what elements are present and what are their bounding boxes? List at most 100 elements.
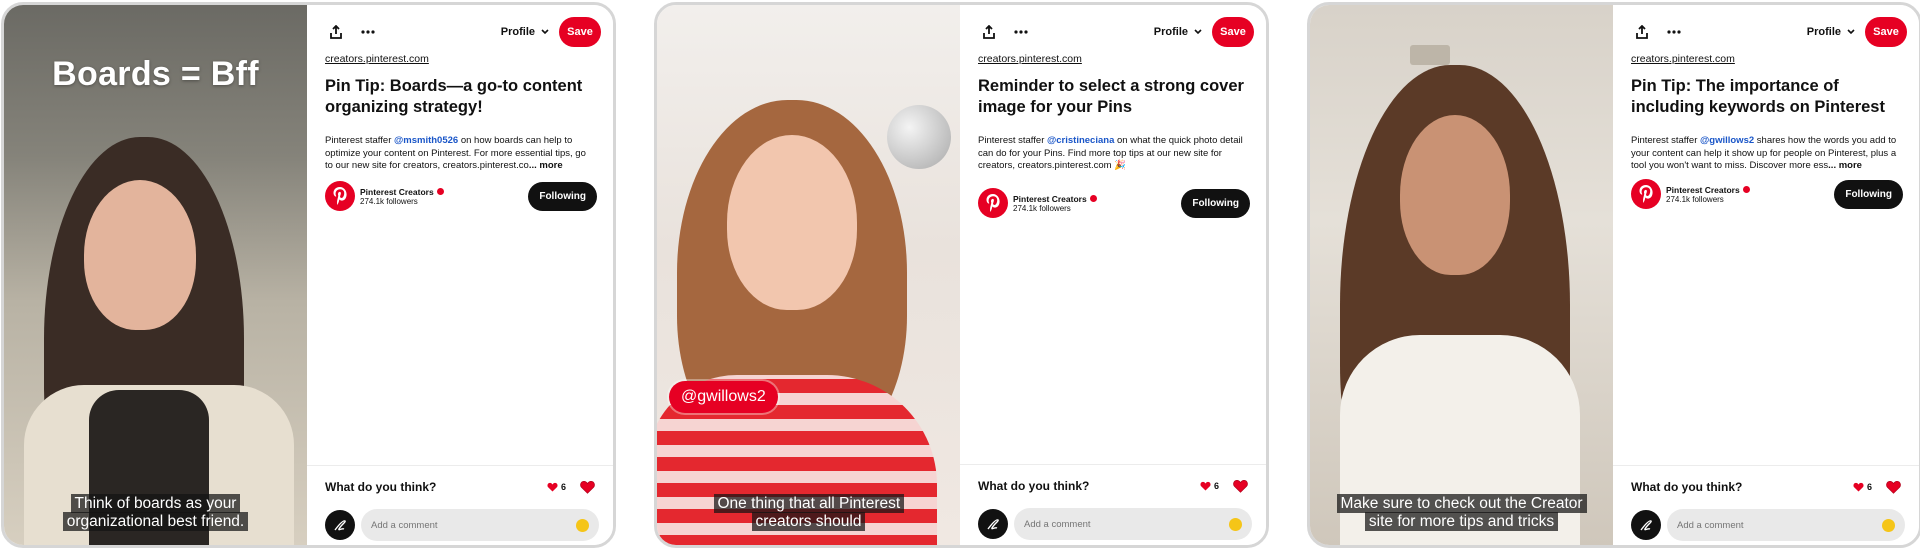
divider: [1613, 465, 1919, 466]
following-button[interactable]: Following: [528, 181, 597, 211]
comments-header: What do you think? 6: [1631, 478, 1901, 496]
pin-title: Reminder to select a strong cover image …: [978, 77, 1244, 116]
reaction-summary[interactable]: 6: [1853, 482, 1872, 492]
react-heart-icon[interactable]: [1233, 479, 1248, 493]
comment-placeholder: Add a comment: [1024, 518, 1091, 530]
comments-prompt: What do you think?: [325, 480, 437, 494]
save-button[interactable]: Save: [559, 17, 601, 47]
pin-description: Pinterest staffer @cristineciana on what…: [978, 135, 1243, 171]
reaction-count: 6: [560, 482, 566, 492]
profile-label: Profile: [1806, 26, 1841, 38]
save-button[interactable]: Save: [1212, 17, 1254, 47]
video-player[interactable]: Boards = Bff Think of boards as your org…: [4, 5, 307, 545]
follower-count: 274.1k followers: [1013, 203, 1071, 213]
divider: [960, 464, 1266, 465]
comment-placeholder: Add a comment: [371, 519, 438, 531]
creator-row: Pinterest Creators 274.1k followers Foll…: [325, 181, 597, 211]
source-link[interactable]: creators.pinterest.com: [978, 53, 1082, 65]
mention-link[interactable]: @gwillows2: [1700, 135, 1754, 146]
pin-title: Pin Tip: The importance of including key…: [1631, 77, 1885, 116]
comments-prompt: What do you think?: [978, 479, 1090, 493]
profile-label: Profile: [1153, 26, 1188, 38]
avatar[interactable]: [978, 509, 1008, 539]
creator-row: Pinterest Creators 274.1k followers Foll…: [978, 188, 1250, 218]
chevron-down-icon: [541, 29, 549, 35]
video-caption: Think of boards as your organizational b…: [41, 494, 271, 531]
react-heart-icon[interactable]: [1886, 480, 1901, 494]
pin-description: Pinterest staffer @gwillows2 shares how …: [1631, 135, 1897, 171]
video-player[interactable]: @gwillows2 One thing that all Pinterest …: [657, 5, 960, 545]
creator-tag: @gwillows2: [669, 381, 778, 413]
verified-badge-icon: [1742, 186, 1750, 193]
pin-card: Make sure to check out the Creator site …: [1307, 2, 1920, 548]
avatar[interactable]: [1631, 510, 1661, 540]
follower-count: 274.1k followers: [1666, 194, 1724, 204]
video-caption: One thing that all Pinterest creators sh…: [713, 494, 905, 531]
heart-icon: [547, 482, 558, 492]
pinterest-logo-icon[interactable]: [978, 188, 1008, 218]
comment-row: Add a comment: [978, 508, 1252, 540]
comment-placeholder: Add a comment: [1677, 519, 1744, 531]
more-link[interactable]: ... more: [529, 160, 563, 171]
pin-description: Pinterest staffer @msmith0526 on how boa…: [325, 135, 586, 171]
pinterest-logo-icon[interactable]: [325, 181, 355, 211]
comment-input[interactable]: Add a comment: [1667, 509, 1905, 541]
pin-card: Boards = Bff Think of boards as your org…: [1, 2, 616, 548]
video-overlay-title: Boards = Bff: [52, 55, 259, 93]
share-icon[interactable]: [976, 19, 1002, 45]
mention-link[interactable]: @cristineciana: [1047, 135, 1114, 146]
video-caption: Make sure to check out the Creator site …: [1336, 494, 1587, 531]
pin-toolbar: Profile Save: [1629, 17, 1907, 47]
comment-input[interactable]: Add a comment: [1014, 508, 1252, 540]
react-heart-icon[interactable]: [580, 480, 595, 494]
source-link[interactable]: creators.pinterest.com: [1631, 53, 1735, 65]
pin-toolbar: Profile Save: [323, 17, 601, 47]
emoji-icon[interactable]: [1882, 518, 1895, 532]
following-button[interactable]: Following: [1834, 179, 1903, 209]
share-icon[interactable]: [1629, 19, 1655, 45]
pin-toolbar: Profile Save: [976, 17, 1254, 47]
heart-icon: [1853, 482, 1864, 492]
emoji-icon[interactable]: [576, 518, 589, 532]
creator-name[interactable]: Pinterest Creators: [360, 187, 434, 197]
ellipsis-icon[interactable]: [1661, 19, 1687, 45]
reaction-summary[interactable]: 6: [1200, 481, 1219, 491]
profile-label: Profile: [500, 26, 535, 38]
divider: [307, 465, 613, 466]
chevron-down-icon: [1847, 29, 1855, 35]
reaction-count: 6: [1866, 482, 1872, 492]
more-link[interactable]: ... more: [1828, 160, 1862, 171]
share-icon[interactable]: [323, 19, 349, 45]
creator-name[interactable]: Pinterest Creators: [1013, 194, 1087, 204]
pin-details-panel: Profile Save creators.pinterest.com Remi…: [960, 5, 1266, 545]
chevron-down-icon: [1194, 29, 1202, 35]
comments-header: What do you think? 6: [325, 478, 595, 496]
profile-dropdown[interactable]: Profile: [501, 26, 549, 38]
comment-row: Add a comment: [1631, 509, 1905, 541]
comments-prompt: What do you think?: [1631, 480, 1743, 494]
pin-card-grid: Boards = Bff Think of boards as your org…: [0, 0, 1920, 551]
creator-row: Pinterest Creators 274.1k followers Foll…: [1631, 179, 1903, 209]
profile-dropdown[interactable]: Profile: [1807, 26, 1855, 38]
avatar[interactable]: [325, 510, 355, 540]
profile-dropdown[interactable]: Profile: [1154, 26, 1202, 38]
pin-details-panel: Profile Save creators.pinterest.com Pin …: [1613, 5, 1919, 545]
video-player[interactable]: Make sure to check out the Creator site …: [1310, 5, 1613, 545]
emoji-icon[interactable]: [1229, 517, 1242, 531]
pinterest-logo-icon[interactable]: [1631, 179, 1661, 209]
following-button[interactable]: Following: [1181, 188, 1250, 218]
creator-name[interactable]: Pinterest Creators: [1666, 185, 1740, 195]
save-button[interactable]: Save: [1865, 17, 1907, 47]
pin-title: Pin Tip: Boards—a go-to content organizi…: [325, 77, 583, 116]
pin-card: @gwillows2 One thing that all Pinterest …: [654, 2, 1269, 548]
ellipsis-icon[interactable]: [355, 19, 381, 45]
comments-header: What do you think? 6: [978, 477, 1248, 495]
ellipsis-icon[interactable]: [1008, 19, 1034, 45]
heart-icon: [1200, 481, 1211, 491]
mention-link[interactable]: @msmith0526: [394, 135, 458, 146]
comment-row: Add a comment: [325, 509, 599, 541]
reaction-summary[interactable]: 6: [547, 482, 566, 492]
pin-details-panel: Profile Save creators.pinterest.com Pin …: [307, 5, 613, 545]
source-link[interactable]: creators.pinterest.com: [325, 53, 429, 65]
comment-input[interactable]: Add a comment: [361, 509, 599, 541]
